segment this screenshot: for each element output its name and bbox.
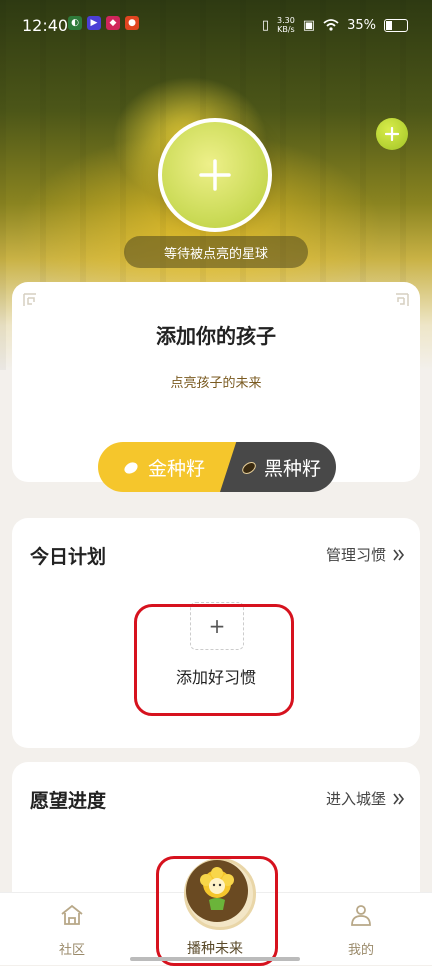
enter-castle-label: 进入城堡 bbox=[325, 790, 386, 808]
net-speed-unit: KB/s bbox=[277, 25, 295, 34]
net-speed: 3.30 KB/s bbox=[277, 16, 295, 34]
add-child-title: 添加你的孩子 bbox=[156, 324, 276, 348]
game-app-icon: ● bbox=[125, 16, 139, 30]
gold-seed-icon bbox=[124, 462, 138, 474]
enter-castle-link[interactable]: 进入城堡 bbox=[326, 788, 406, 809]
gold-seed-label: 金种籽 bbox=[148, 457, 206, 480]
play-app-icon: ▶ bbox=[87, 16, 101, 30]
today-plan-title: 今日计划 bbox=[30, 546, 107, 568]
manage-habits-label: 管理习惯 bbox=[325, 546, 386, 564]
brand-app-icon: ◆ bbox=[106, 16, 120, 30]
black-seed-icon bbox=[242, 462, 256, 474]
planet-caption: 等待被点亮的星球 bbox=[124, 236, 308, 268]
seed-toggle: 金种籽 黑种籽 bbox=[98, 442, 336, 492]
corner-ornament-icon bbox=[23, 293, 36, 306]
profile-icon bbox=[351, 905, 371, 926]
vibrate-icon: ▯ bbox=[261, 17, 269, 33]
gold-seed-button[interactable]: 金种籽 bbox=[98, 442, 238, 492]
corner-ornament-icon bbox=[396, 293, 409, 306]
nav-mine-label: 我的 bbox=[347, 943, 374, 958]
highlight-frame-add-habit bbox=[134, 604, 294, 716]
plus-icon bbox=[385, 127, 399, 141]
home-indicator[interactable] bbox=[130, 957, 300, 961]
highlight-frame-sow-future bbox=[156, 856, 278, 966]
leaf-app-icon: ◐ bbox=[68, 16, 82, 30]
manage-habits-link[interactable]: 管理习惯 bbox=[326, 544, 406, 565]
status-app-icons: ◐ ▶ ◆ ● bbox=[68, 16, 139, 30]
double-chevron-right-icon bbox=[393, 549, 405, 560]
nav-community-label: 社区 bbox=[58, 943, 85, 958]
plus-icon bbox=[162, 122, 268, 228]
wish-progress-title: 愿望进度 bbox=[30, 790, 107, 812]
battery-icon bbox=[384, 18, 408, 32]
status-right: ▯ 3.30 KB/s ▣ 35% bbox=[262, 16, 408, 34]
nfc-icon: ▣ bbox=[302, 17, 316, 33]
battery-text: 35% bbox=[347, 17, 376, 33]
home-icon bbox=[61, 904, 83, 925]
double-chevron-right-icon bbox=[393, 793, 405, 804]
add-child-subtitle: 点亮孩子的未来 bbox=[170, 376, 262, 391]
add-child-card[interactable]: 添加你的孩子 点亮孩子的未来 金种籽 黑种籽 bbox=[12, 282, 420, 492]
status-bar: 12:40 ◐ ▶ ◆ ● ▯ 3.30 KB/s ▣ 35% bbox=[0, 0, 432, 50]
black-seed-label: 黑种籽 bbox=[264, 457, 322, 480]
add-planet-button[interactable] bbox=[158, 118, 272, 232]
add-button-small[interactable] bbox=[376, 118, 408, 150]
black-seed-button[interactable]: 黑种籽 bbox=[220, 442, 336, 492]
nav-community[interactable]: 社区 bbox=[22, 893, 122, 965]
status-time: 12:40 bbox=[22, 16, 69, 35]
net-speed-value: 3.30 bbox=[276, 16, 295, 25]
nav-mine[interactable]: 我的 bbox=[311, 893, 411, 965]
wifi-icon bbox=[323, 19, 339, 31]
